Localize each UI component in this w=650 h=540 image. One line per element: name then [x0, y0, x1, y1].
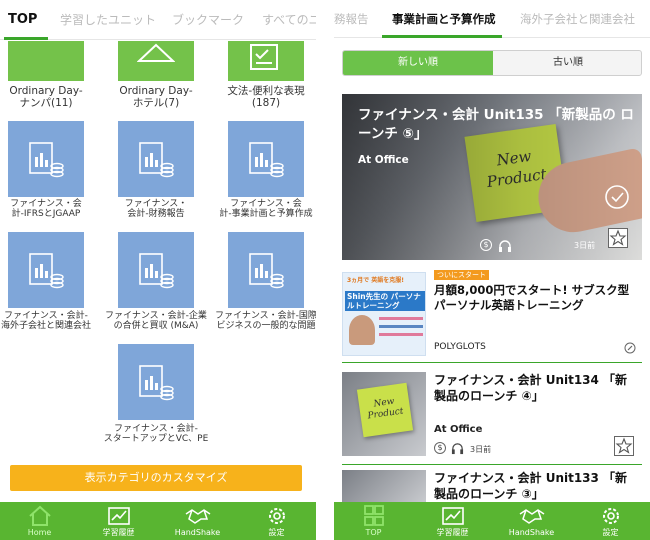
nav-home[interactable]: Home: [0, 502, 79, 540]
compass-icon: [624, 342, 636, 354]
tile-label: ファイナンス・会計- 海外子会社と関連会社: [0, 311, 91, 331]
sort-toggle: 新しい順 古い順: [342, 50, 642, 76]
finance-report-icon: [139, 253, 174, 289]
category-tile[interactable]: [118, 232, 194, 308]
bottom-nav: TOP 学習履歴 HandShake 設定: [334, 502, 650, 540]
tab-top[interactable]: TOP: [8, 0, 37, 40]
category-tabs: TOP 学習したユニット ブックマーク すべてのユ: [0, 0, 316, 40]
nav-history[interactable]: 学習履歴: [79, 502, 158, 540]
hotel-icon: [137, 43, 175, 62]
nav-top[interactable]: TOP: [334, 502, 413, 540]
left-screen: TOP 学習したユニット ブックマーク すべてのユ Ordinary Day- …: [0, 0, 316, 540]
dollar-icon: $: [434, 442, 446, 454]
tile-label: ファイナンス・会 計-事業計画と予算作成: [219, 199, 313, 219]
customize-categories-button[interactable]: 表示カテゴリのカスタマイズ: [10, 465, 302, 491]
ad-card[interactable]: 3ヵ月で 英語を克服! Shin先生の パーソナルトレーニング ついにスタート …: [342, 270, 642, 356]
featured-article-card[interactable]: New Product ファイナンス・会計 Unit135 「新製品の ローンチ…: [342, 94, 642, 260]
finance-report-icon: [249, 142, 284, 178]
tab-all[interactable]: すべてのユ: [262, 0, 316, 40]
category-tile[interactable]: [8, 41, 84, 81]
finance-report-icon: [249, 253, 284, 289]
tab-financial-report[interactable]: 務報告: [334, 0, 369, 38]
nav-settings[interactable]: 設定: [571, 502, 650, 540]
finance-report-icon: [29, 142, 64, 178]
article-title: ファイナンス・会計 Unit134 「新製品のローンチ ④」: [434, 373, 628, 403]
ad-title: 月額8,000円でスタート! サブスク型パーソナル英語トレーニング: [434, 283, 630, 312]
star-icon: [615, 437, 633, 454]
tile-label: ファイナンス・会計-国際 ビジネスの一般的な問題: [215, 311, 316, 331]
tab-learned-units[interactable]: 学習したユニット: [60, 0, 156, 40]
category-tile[interactable]: [228, 121, 304, 197]
article-thumbnail: [342, 470, 426, 504]
category-tile[interactable]: [118, 41, 194, 81]
tile-label: Ordinary Day- ナンパ(11): [9, 85, 83, 109]
gear-icon: [602, 508, 619, 524]
nav-settings[interactable]: 設定: [237, 502, 316, 540]
tile-label: ファイナンス・会 計-IFRSとJGAAP: [10, 199, 82, 219]
finance-report-icon: [139, 365, 174, 401]
bottom-nav: Home 学習履歴 HandShake 設定: [0, 502, 316, 540]
divider: [342, 464, 642, 465]
nav-handshake[interactable]: HandShake: [492, 502, 571, 540]
category-tile[interactable]: [118, 121, 194, 197]
divider: [342, 362, 642, 363]
headphones-icon: [499, 240, 511, 252]
chart-icon: [441, 507, 464, 525]
instructor-photo: [349, 315, 375, 345]
tab-business-plan[interactable]: 事業計画と予算作成: [392, 0, 496, 38]
article-thumbnail: New Product: [342, 372, 426, 456]
handshake-icon: [519, 509, 544, 524]
tile-label: ファイナンス・会計-企業 の合併と買収 (M&A): [105, 311, 207, 331]
article-source: At Office: [434, 424, 483, 435]
headphones-icon: [451, 443, 464, 455]
handshake-icon: [185, 509, 210, 524]
screen-divider: [316, 0, 334, 540]
home-icon: [28, 505, 51, 526]
right-screen: 務報告 事業計画と予算作成 海外子会社と関連会社 新しい順 古い順 New Pr…: [334, 0, 650, 540]
article-date: 3日前: [470, 445, 492, 454]
checklist-icon: [250, 44, 278, 70]
ad-thumbnail: 3ヵ月で 英語を克服! Shin先生の パーソナルトレーニング: [342, 272, 426, 356]
finance-report-icon: [29, 253, 64, 289]
ad-badge: ついにスタート: [434, 270, 489, 280]
active-tab-indicator: [4, 37, 48, 40]
tile-label: Ordinary Day- ホテル(7): [119, 85, 193, 109]
star-icon: [609, 229, 627, 246]
category-tile[interactable]: [118, 344, 194, 420]
article-title: ファイナンス・会計 Unit133 「新製品のローンチ ③」: [434, 471, 628, 501]
tile-label: ファイナンス・ 会計-財務報告: [124, 199, 188, 219]
dollar-icon: $: [480, 239, 492, 251]
category-tile[interactable]: [228, 232, 304, 308]
category-tile[interactable]: [8, 232, 84, 308]
nav-history[interactable]: 学習履歴: [413, 502, 492, 540]
tab-overseas[interactable]: 海外子会社と関連会社: [520, 0, 635, 38]
bookmark-button[interactable]: [614, 436, 634, 456]
featured-article-source: At Office: [358, 154, 409, 166]
sort-newest-button[interactable]: 新しい順: [343, 51, 493, 75]
featured-article-title: ファイナンス・会計 Unit135 「新製品の ローンチ ⑤」: [358, 107, 634, 142]
category-tile[interactable]: [8, 121, 84, 197]
category-tile[interactable]: [228, 41, 304, 81]
article-card[interactable]: New Product ファイナンス・会計 Unit134 「新製品のローンチ …: [342, 372, 642, 460]
tile-label: 文法-便利な表現 (187): [227, 85, 305, 109]
finance-report-icon: [139, 142, 174, 178]
sort-oldest-button[interactable]: 古い順: [493, 51, 641, 75]
chart-icon: [107, 507, 130, 525]
featured-article-date: 3日前: [574, 241, 596, 250]
nav-handshake[interactable]: HandShake: [158, 502, 237, 540]
bookmark-button[interactable]: [608, 228, 628, 248]
active-tab-indicator: [382, 35, 502, 38]
check-circle-icon[interactable]: [604, 184, 630, 210]
tab-bookmarks[interactable]: ブックマーク: [172, 0, 244, 40]
grid-icon: [363, 505, 384, 526]
category-tabs: 務報告 事業計画と予算作成 海外子会社と関連会社: [334, 0, 650, 38]
gear-icon: [268, 508, 285, 524]
tile-label: ファイナンス・会計- スタートアップとVC、PE: [103, 424, 209, 444]
ad-source: POLYGLOTS: [434, 342, 486, 352]
